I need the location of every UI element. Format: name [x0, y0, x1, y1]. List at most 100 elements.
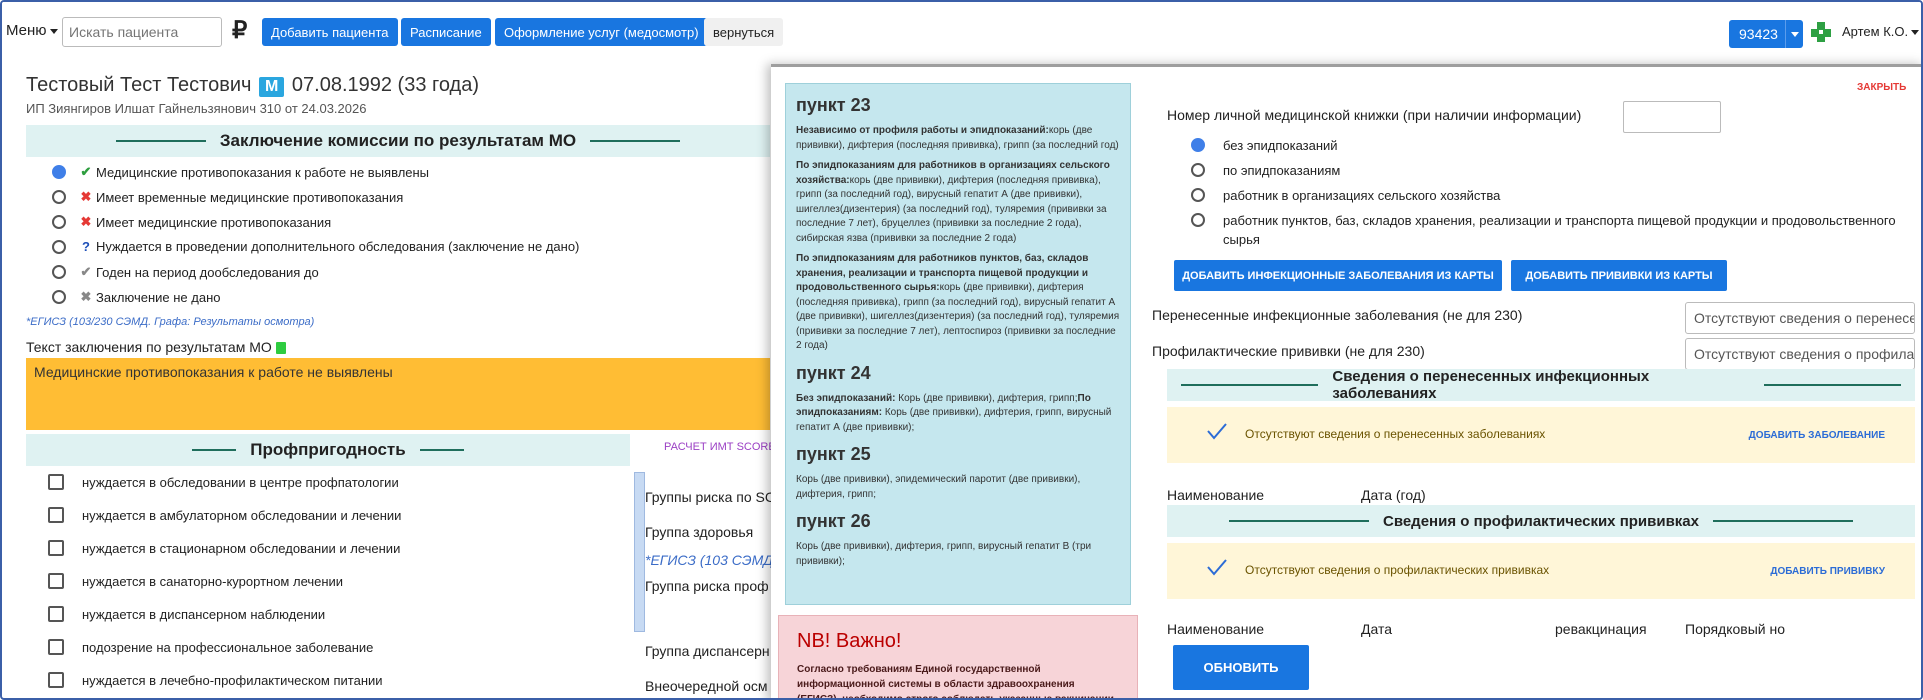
caret-down-icon — [49, 28, 58, 34]
add-infections-from-card-button[interactable]: ДОБАВИТЬ ИНФЕКЦИОННЫЕ ЗАБОЛЕВАНИЯ ИЗ КАР… — [1174, 260, 1502, 291]
commission-option[interactable]: ✖ Заключение не дано — [52, 289, 221, 305]
past-infections-field[interactable]: Отсутствуют сведения о перенесенных — [1685, 302, 1915, 334]
check-icon: ✔ — [80, 164, 92, 179]
p23-c: По эпидпоказаниям для работников пунктов… — [796, 252, 1120, 354]
app-window: Меню ₽ Добавить пациента Расписание Офор… — [0, 0, 1923, 700]
check-label: нуждается в амбулаторном обследовании и … — [82, 507, 402, 523]
top-bar: Меню ₽ Добавить пациента Расписание Офор… — [2, 2, 1921, 62]
epid-option[interactable]: по эпидпоказаниям — [1191, 162, 1911, 181]
conclusion-textarea[interactable]: Медицинские противопоказания к работе не… — [26, 358, 770, 430]
fitness-check-item[interactable]: нуждается в амбулаторном обследовании и … — [48, 507, 401, 523]
vaccination-modal: пункт 23 Независимо от профиля работы и … — [771, 64, 1921, 698]
check-icon: ✔ — [80, 264, 92, 279]
important-note-box: NB! Важно! Согласно требованиям Единой г… — [778, 615, 1138, 698]
radio-button[interactable] — [52, 265, 66, 279]
commission-option[interactable]: ? Нуждается в проведении дополнительного … — [52, 239, 579, 254]
p24-a-text: Корь (две прививки), дифтерия, грипп; — [895, 392, 1078, 404]
check-label: подозрение на профессиональное заболеван… — [82, 639, 374, 655]
fitness-check-item[interactable]: нуждается в стационарном обследовании и … — [48, 540, 400, 556]
checkbox[interactable] — [48, 474, 64, 490]
divider — [419, 449, 464, 451]
p23-b: По эпидпоказаниям для работников в орган… — [796, 159, 1120, 246]
checkbox[interactable] — [48, 540, 64, 556]
cross-icon: ✖ — [80, 189, 92, 204]
account-button[interactable]: 93423 — [1729, 20, 1803, 48]
clinic-info: ИП Зиянгиров Илшат Гайнельзянович 310 от… — [26, 101, 367, 116]
user-menu[interactable]: Артем К.О. — [1842, 24, 1920, 39]
schedule-button[interactable]: Расписание — [401, 18, 491, 46]
epid-option[interactable]: работник пунктов, баз, складов хранения,… — [1191, 212, 1911, 250]
radio-button[interactable] — [1191, 188, 1205, 202]
epid-option-label: по эпидпоказаниям — [1223, 163, 1341, 178]
add-vaccines-from-card-button[interactable]: ДОБАВИТЬ ПРИВИВКИ ИЗ КАРТЫ — [1511, 260, 1727, 291]
commission-option[interactable]: ✔ Годен на период дообследования до — [52, 264, 319, 280]
p23-title: пункт 23 — [796, 95, 871, 115]
checkbox[interactable] — [48, 507, 64, 523]
infections-empty-note: Отсутствуют сведения о перенесенных забо… — [1167, 407, 1915, 463]
radio-button[interactable] — [52, 239, 66, 254]
divider — [1713, 520, 1853, 522]
patient-title: Тестовый Тест Тестович М 07.08.1992 (33 … — [26, 74, 479, 97]
radio-button[interactable] — [1191, 213, 1205, 227]
divider — [590, 140, 681, 142]
radio-button[interactable] — [52, 215, 66, 229]
epid-option[interactable]: работник в организациях сельского хозяйс… — [1191, 187, 1911, 206]
divider — [1181, 384, 1319, 386]
update-button[interactable]: ОБНОВИТЬ — [1173, 645, 1309, 690]
epid-option[interactable]: без эпидпоказаний — [1191, 137, 1911, 156]
services-button[interactable]: Оформление услуг (медосмотр) — [495, 18, 708, 46]
epid-option-label: работник пунктов, баз, складов хранения,… — [1223, 213, 1896, 247]
nb-title: NB! Важно! — [797, 630, 902, 652]
radio-button[interactable] — [52, 165, 66, 179]
p24: Без эпидпоказаний: Корь (две прививки), … — [796, 392, 1120, 436]
puzzle-icon[interactable] — [1810, 21, 1832, 43]
fitness-check-item[interactable]: нуждается в лечебно-профилактическом пит… — [48, 672, 383, 688]
cross-icon: ✖ — [80, 289, 92, 304]
back-button[interactable]: вернуться — [704, 18, 784, 46]
radio-button[interactable] — [52, 290, 66, 304]
patient-search-input[interactable] — [62, 17, 222, 47]
vaccines-field[interactable]: Отсутствуют сведения о профилактических — [1685, 338, 1915, 370]
menu-dropdown[interactable]: Меню — [6, 22, 58, 39]
infections-empty-text: Отсутствуют сведения о перенесенных забо… — [1245, 427, 1546, 441]
checkbox[interactable] — [48, 606, 64, 622]
check-label: нуждается в диспансерном наблюдении — [82, 606, 326, 622]
ruble-icon[interactable]: ₽ — [232, 16, 247, 45]
fitness-check-item[interactable]: нуждается в обследовании в центре профпа… — [48, 474, 399, 490]
extraordinary-exam-label: Внеочередной осм — [645, 678, 768, 694]
gender-badge: М — [259, 77, 285, 97]
fitness-check-item[interactable]: нуждается в диспансерном наблюдении — [48, 606, 325, 622]
imt-score-link[interactable]: РАСЧЕТ ИМТ SCORE — [664, 441, 776, 453]
checkbox[interactable] — [48, 639, 64, 655]
add-patient-button[interactable]: Добавить пациента — [262, 18, 398, 46]
vaccines-col-date: Дата — [1361, 621, 1393, 637]
checkbox[interactable] — [48, 672, 64, 688]
close-button[interactable]: ЗАКРЫТЬ — [1857, 82, 1906, 93]
med-book-input[interactable] — [1623, 101, 1721, 133]
fitness-check-item[interactable]: подозрение на профессиональное заболеван… — [48, 639, 373, 655]
radio-button[interactable] — [1191, 163, 1205, 177]
commission-section-header: Заключение комиссии по результатам МО — [26, 125, 770, 157]
vaccines-section-header: Сведения о профилактических прививках — [1167, 505, 1915, 537]
commission-option[interactable]: ✖ Имеет медицинские противопоказания — [52, 214, 331, 230]
add-vaccine-button[interactable]: ДОБАВИТЬ ПРИВИВКУ — [1770, 566, 1885, 577]
account-dropdown-icon[interactable] — [1785, 20, 1803, 48]
scroll-indicator[interactable] — [634, 472, 645, 632]
commission-option[interactable]: ✖ Имеет временные медицинские противопока… — [52, 189, 403, 205]
health-group-label: Группа здоровья — [645, 524, 754, 540]
med-book-label: Номер личной медицинской книжки (при нал… — [1167, 107, 1582, 123]
cross-icon: ✖ — [80, 214, 92, 229]
commission-option[interactable]: ✔ Медицинские противопоказания к работе н… — [52, 164, 429, 180]
infections-section-title: Сведения о перенесенных инфекционных заб… — [1332, 368, 1650, 402]
conclusion-text-label: Текст заключения по результатам МО — [26, 339, 286, 355]
clipboard-icon[interactable] — [275, 342, 286, 355]
fitness-check-item[interactable]: нуждается в санаторно-курортном лечении — [48, 573, 343, 589]
checkbox[interactable] — [48, 573, 64, 589]
radio-button[interactable] — [52, 190, 66, 204]
option-label: Нуждается в проведении дополнительного о… — [96, 239, 580, 254]
add-disease-button[interactable]: ДОБАВИТЬ ЗАБОЛЕВАНИЕ — [1749, 430, 1885, 441]
radio-button[interactable] — [1191, 138, 1205, 152]
vaccines-empty-note: Отсутствуют сведения о профилактических … — [1167, 543, 1915, 599]
check-label: нуждается в обследовании в центре профпа… — [82, 474, 399, 490]
vaccines-col-ordinal: Порядковый но — [1685, 621, 1785, 637]
